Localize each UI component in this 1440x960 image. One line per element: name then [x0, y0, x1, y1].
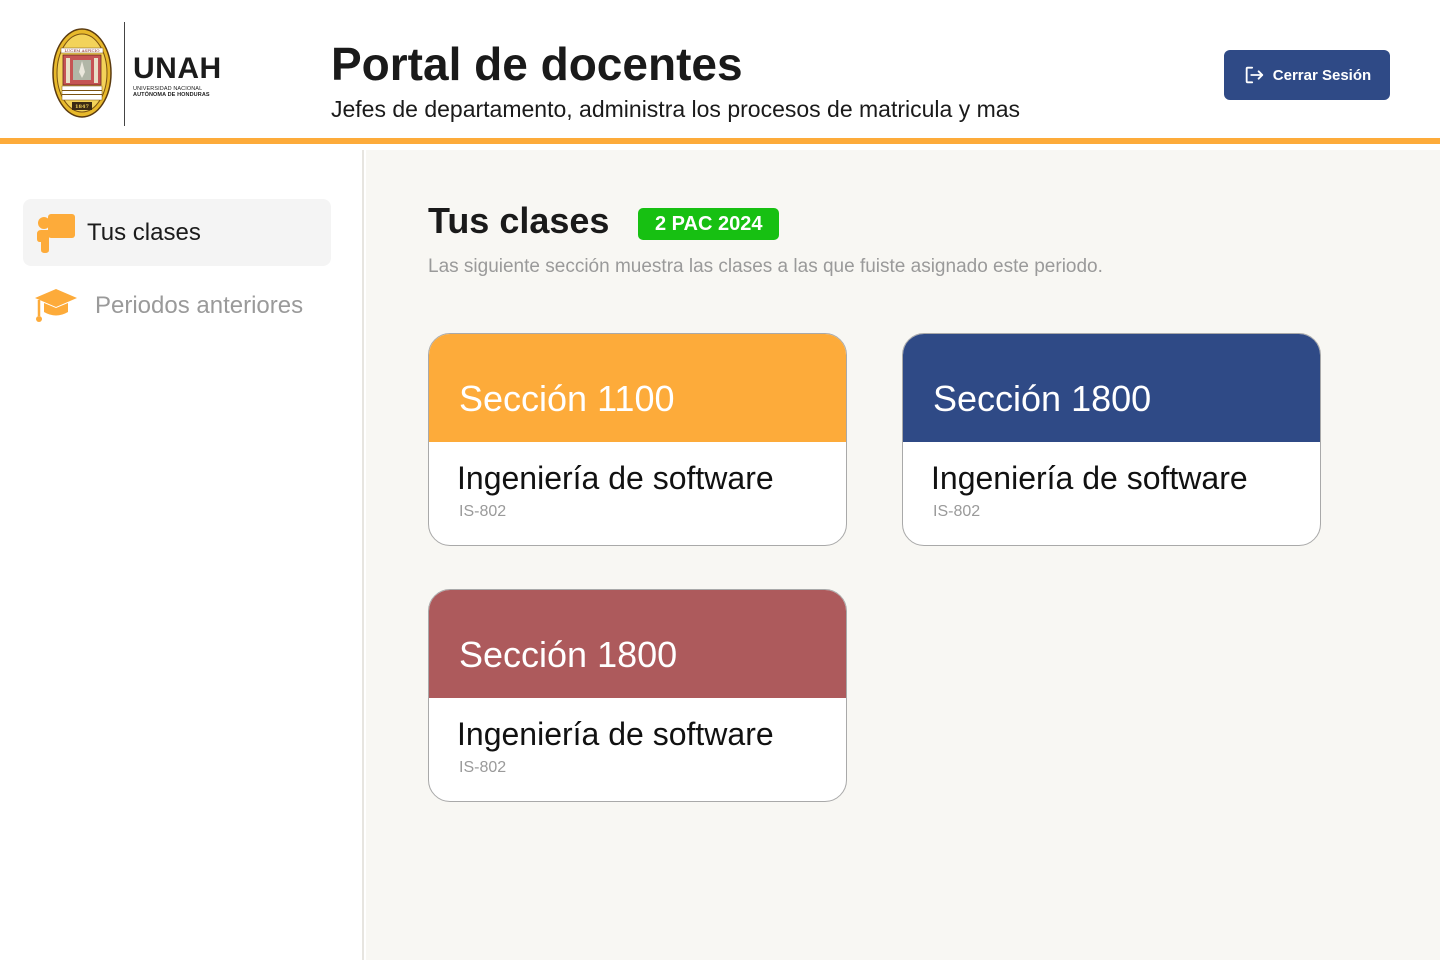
main-content: Tus clases 2 PAC 2024 Las siguiente secc… — [366, 150, 1440, 960]
section-title: Tus clases — [428, 200, 610, 241]
period-badge: 2 PAC 2024 — [638, 208, 780, 240]
teacher-icon — [33, 210, 79, 256]
logout-label: Cerrar Sesión — [1272, 66, 1372, 84]
brand-acronym: UNAH — [133, 52, 222, 85]
graduation-cap-icon — [33, 283, 79, 329]
card-code: IS-802 — [933, 503, 981, 520]
class-card[interactable]: Sección 1800 Ingeniería de software IS-8… — [902, 333, 1321, 546]
logo-divider — [124, 22, 125, 126]
logout-button[interactable]: Cerrar Sesión — [1224, 50, 1390, 100]
card-code: IS-802 — [459, 759, 507, 776]
card-section: Sección 1800 — [933, 378, 1152, 419]
top-header: LUCEM ASPICIO 1847 UNAH UNIVERSIDAD NACI… — [0, 0, 1440, 144]
sidebar-item-label: Periodos anteriores — [95, 291, 304, 319]
card-code: IS-802 — [459, 503, 507, 520]
page-subtitle: Jefes de departamento, administra los pr… — [331, 96, 1021, 122]
brand-name-line2: AUTÓNOMA DE HONDURAS — [133, 92, 210, 98]
sidebar-item-tus-clases[interactable]: Tus clases — [23, 199, 331, 266]
sidebar: Tus clases Periodos anteriores — [0, 150, 364, 960]
card-header: Sección 1800 — [903, 334, 1320, 442]
card-course: Ingeniería de software — [457, 716, 774, 752]
card-header: Sección 1100 — [429, 334, 846, 442]
card-section: Sección 1800 — [459, 634, 678, 675]
seal-year: 1847 — [75, 104, 89, 110]
class-card[interactable]: Sección 1800 Ingeniería de software IS-8… — [428, 589, 847, 802]
brand-wordmark: UNAH UNIVERSIDAD NACIONAL AUTÓNOMA DE HO… — [133, 52, 222, 98]
page-title: Portal de docentes — [331, 38, 743, 90]
unah-seal-logo: LUCEM ASPICIO 1847 — [52, 28, 112, 118]
card-section: Sección 1100 — [459, 378, 675, 419]
card-course: Ingeniería de software — [931, 460, 1248, 496]
sidebar-item-periodos-anteriores[interactable]: Periodos anteriores — [23, 272, 331, 339]
logout-icon — [1243, 64, 1265, 86]
class-card[interactable]: Sección 1100 Ingeniería de software IS-8… — [428, 333, 847, 546]
section-description: Las siguiente sección muestra las clases… — [428, 256, 1103, 277]
seal-motto: LUCEM ASPICIO — [65, 48, 101, 53]
card-course: Ingeniería de software — [457, 460, 774, 496]
sidebar-item-label: Tus clases — [87, 218, 201, 246]
card-header: Sección 1800 — [429, 590, 846, 698]
